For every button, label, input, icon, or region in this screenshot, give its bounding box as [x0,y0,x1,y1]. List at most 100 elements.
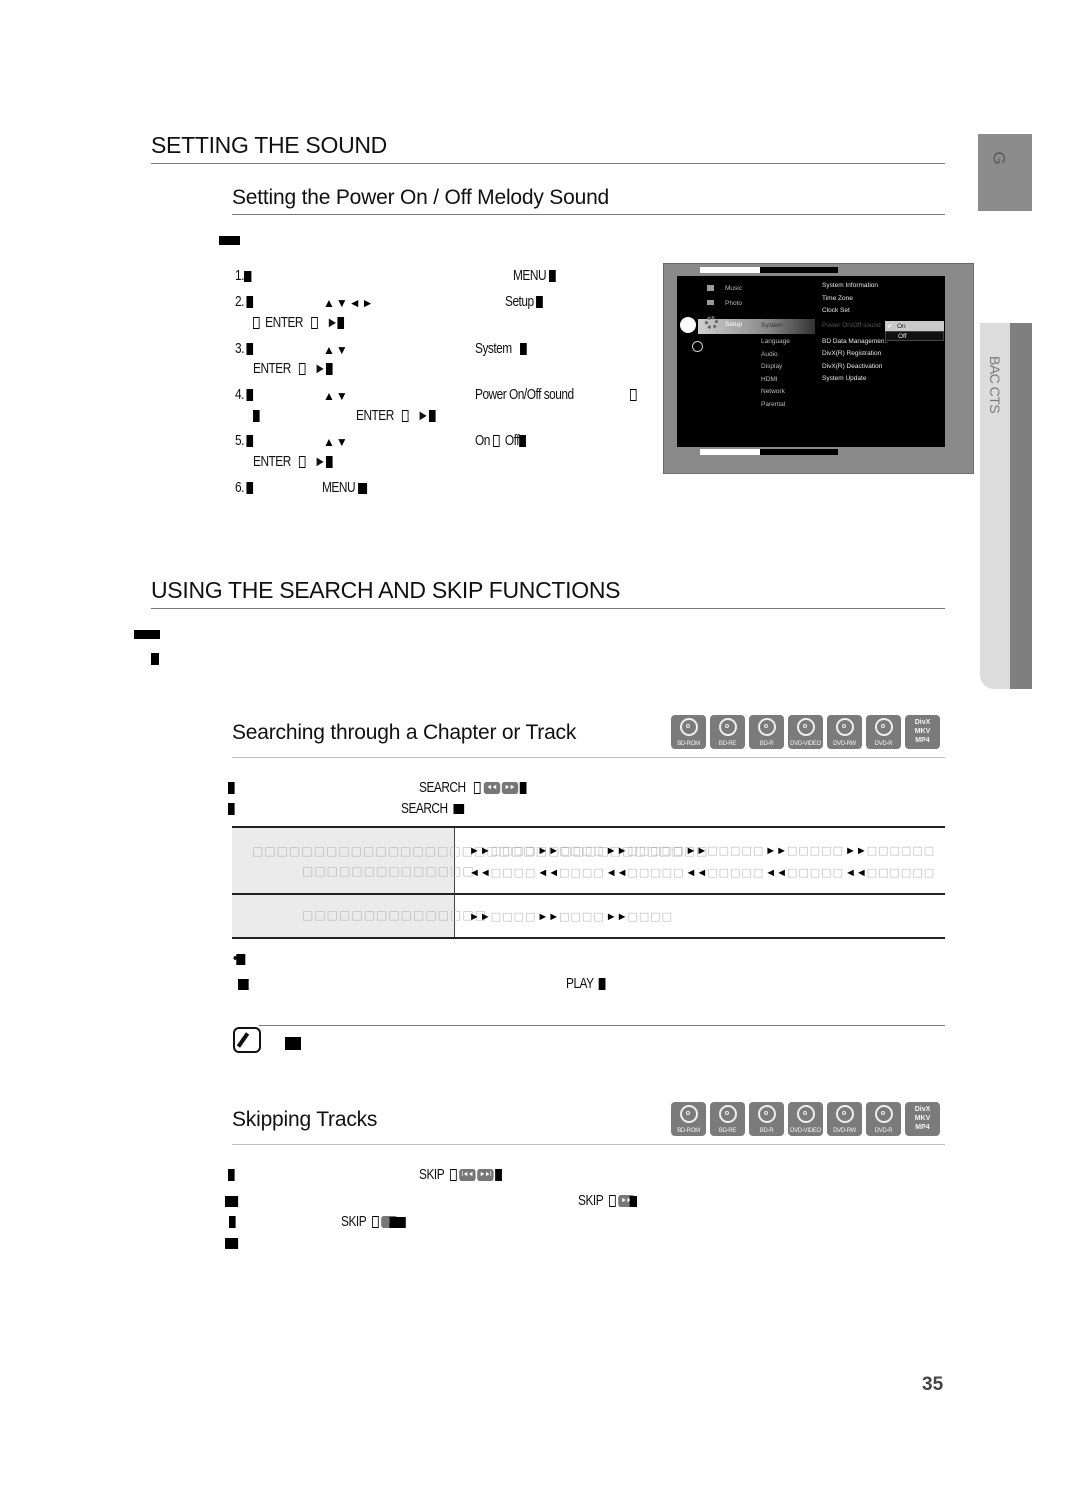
tv-menu-screenshot: Music Photo Setup System Language Audio … [663,263,974,474]
search-line-2-glyph [228,801,235,817]
menu-divx-registration: DivX(R) Registration [822,350,882,357]
disc-icon [797,718,815,736]
disc-icon [680,718,698,736]
skip-line-3-glyph [229,1214,236,1230]
subsection-title-skipping: Skipping Tracks [232,1108,378,1131]
disc-icon [875,1105,893,1123]
step-1-key: MENU [513,268,556,284]
disc-icon [836,718,854,736]
step-4-key [253,408,260,424]
step-4-target: Power On/Off sound [475,387,574,403]
fast-forward-button-icon: ►► [501,782,518,795]
chapter-tab-label: BAC CTS [987,356,1003,414]
step-5-arrows: ▲▼ [323,435,349,449]
step-3-key: ENTER ► [253,361,333,377]
chapter-tab-light: BAC CTS [980,323,1010,689]
table-row-1-header [232,828,454,893]
section-title-setting-sound: SETTING THE SOUND [151,132,387,158]
speed-arrow-icon: ►► [537,845,560,857]
skip-line-3-key: SKIP I [341,1214,406,1230]
speed-arrow-icon: ►► [469,845,491,857]
disc-badges-search: BD-ROM BD-RE BD-R DVD-VIDEO DVD-RW DVD-R DivX M… [671,715,940,749]
tv-top-bar-white [700,267,760,273]
menu-audio: Audio [761,351,778,358]
disc-icon [836,1105,854,1123]
tv-menu-panel: Music Photo Setup System Language Audio … [677,276,945,447]
gear-icon [705,316,718,329]
photo-icon [707,300,714,305]
speed-arrow-icon: ◄◄ [844,867,867,879]
step-5-target: On Off [475,433,526,449]
disc-badge-dvd-r: DVD-R [866,715,901,749]
step-2-target: Setup [505,294,544,310]
popup-off-label: Off [898,333,907,340]
step-1: 1. [235,268,252,284]
skip-line-4-glyph [225,1235,239,1251]
speed-arrow-icon: ►► [605,911,628,923]
menu-divx-deactivation: DivX(R) Deactivation [822,363,883,370]
play-line-key: PLAY [566,976,606,992]
disc-badge-bd-re: BD-RE [710,715,745,749]
disc-badge-bd-rom: BD-ROM [671,715,706,749]
note-pencil-icon [233,1027,261,1053]
disc-icon [797,1105,815,1123]
skip-line-2-key: SKIP ►► [578,1193,638,1209]
speed-arrow-icon: ►► [844,845,867,857]
table-row-1-label-line2: □□□□□□□□□□□□□□ [302,864,475,878]
disc-badge-dvd-video: DVD-VIDEO [788,1102,823,1136]
disc-badges-skip: BD-ROM BD-RE BD-R DVD-VIDEO DVD-RW DVD-R DivX M… [671,1102,940,1136]
speed-arrow-icon: ►► [469,911,491,923]
slow-speed-steps: ►►□□□□►►□□□□►►□□□□ [469,910,674,923]
subsection-rule [232,757,945,758]
menu-time-zone: Time Zone [822,295,853,302]
disc-icon [875,718,893,736]
redacted-text [219,236,240,245]
step-2: 2. [235,294,254,310]
subsection-title-power-melody: Setting the Power On / Off Melody Sound [232,186,610,209]
step-6: 6. [235,480,254,496]
popup-on-option: ✔ On [885,321,944,331]
menu-bd-data: BD Data Managemen.. [822,338,889,345]
check-icon: ✔ [887,323,893,330]
menu-network: Network [761,388,785,395]
speed-arrow-icon: ►► [685,845,708,857]
disc-badge-divx-mkv-mp4: DivX MKV MP4 [905,715,940,749]
skip-line-2-glyph [225,1193,239,1209]
chapter-tab-top: G [978,134,1032,211]
step-4-arrows: ▲▼ [323,389,349,403]
speed-arrow-icon: ►► [537,911,560,923]
subsection-rule [232,1144,945,1145]
table-row-2-label: □□□□□□□□□□□□□□□ [302,908,488,922]
menu-setup: Setup [725,321,742,328]
disc-icon [758,1105,776,1123]
skip-back-button-icon: I◄◄ [459,1169,476,1182]
section-title-search-skip: USING THE SEARCH AND SKIP FUNCTIONS [151,577,621,603]
table-bottom-border [232,937,945,939]
menu-hdmi: HDMI [761,376,778,383]
speed-arrow-icon: ◄◄ [537,867,560,879]
chapter-tab-dark [1010,323,1032,689]
tv-bottom-bar-black [760,449,838,455]
menu-music: Music [725,285,742,292]
speed-arrow-icon: ◄◄ [469,867,491,879]
step-4-glyph [630,387,637,403]
disc-icon [719,1105,737,1123]
step-5-key: ENTER ► [253,454,333,470]
menu-photo: Photo [725,300,742,307]
subsection-title-searching: Searching through a Chapter or Track [232,721,577,744]
disc-badge-bd-r: BD-R [749,715,784,749]
step-3-target: System [475,341,527,357]
reverse-speed-steps: ◄◄□□□□◄◄□□□□◄◄□□□□□◄◄□□□□□◄◄□□□□□◄◄□□□□□… [469,866,936,879]
disc-badge-bd-rom: BD-ROM [671,1102,706,1136]
disc-badge-bd-r: BD-R [749,1102,784,1136]
menu-language: Language [761,338,790,345]
disc-badge-dvd-rw: DVD-RW [827,1102,862,1136]
skip-line-1-key: SKIP I◄◄ ►►I [419,1167,502,1183]
redacted-glyph [151,652,159,665]
play-line-glyph [238,976,249,992]
step-3-arrows: ▲▼ [323,343,349,357]
tv-bottom-bar-white [700,449,760,455]
menu-display: Display [761,363,783,370]
skip-forward-button-icon: ►►I [477,1169,494,1182]
forward-speed-steps: ►►□□□□►►□□□□►►□□□□□►►□□□□□►►□□□□□►►□□□□□… [469,844,936,857]
